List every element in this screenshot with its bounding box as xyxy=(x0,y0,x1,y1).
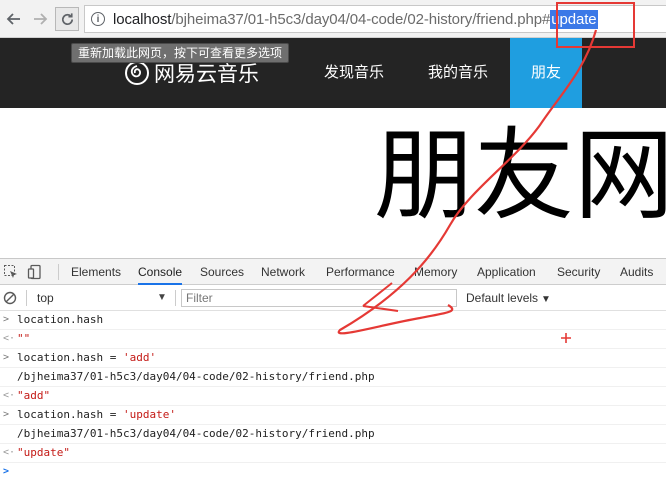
console-filter-input[interactable]: Filter xyxy=(181,289,457,307)
chevron-down-icon: ▼ xyxy=(541,294,551,305)
url-selected-hash: update xyxy=(550,9,598,29)
console-code: location.hash xyxy=(17,313,104,326)
console-log-line: /bjheima37/01-h5c3/day04/04-code/02-hist… xyxy=(0,425,666,444)
page-heading: 朋友网 xyxy=(374,117,666,234)
nav-discover[interactable]: 发现音乐 xyxy=(310,38,398,108)
console-result-line: <· "update" xyxy=(0,444,666,463)
info-icon[interactable]: i xyxy=(91,12,105,26)
console-result: "update" xyxy=(17,446,70,459)
reload-tooltip: 重新加载此网页，按下可查看更多选项 xyxy=(71,43,290,63)
devtools-tabbar: Elements Console Sources Network Perform… xyxy=(0,259,666,285)
log-levels-label: Default levels xyxy=(466,291,539,305)
result-arrow-icon: <· xyxy=(3,390,16,401)
reload-button[interactable] xyxy=(55,7,79,31)
clear-console-icon[interactable] xyxy=(3,291,17,305)
netease-music-logo-icon xyxy=(125,61,149,85)
browser-toolbar: i localhost/bjheima37/01-h5c3/day04/04-c… xyxy=(0,0,666,38)
log-levels-dropdown[interactable]: Default levels ▼ xyxy=(466,285,551,311)
console-prompt-line[interactable]: > xyxy=(0,463,666,482)
console-input-line: > location.hash = 'update' xyxy=(0,406,666,425)
tab-application[interactable]: Application xyxy=(477,259,536,285)
tab-network[interactable]: Network xyxy=(261,259,305,285)
tab-separator xyxy=(58,264,59,280)
context-caret-icon[interactable]: ▼ xyxy=(157,285,167,311)
console-code: location.hash = xyxy=(17,408,123,421)
input-prompt-icon: > xyxy=(3,409,10,420)
console-result: "add" xyxy=(17,389,51,402)
tab-sources[interactable]: Sources xyxy=(200,259,244,285)
console-result-line: <· "" xyxy=(0,330,666,349)
result-arrow-icon: <· xyxy=(3,447,16,458)
tab-elements[interactable]: Elements xyxy=(71,259,121,285)
console-result: "" xyxy=(17,332,31,345)
console-code-string: 'add' xyxy=(122,351,157,364)
console-log-text: /bjheima37/01-h5c3/day04/04-code/02-hist… xyxy=(17,370,375,383)
tab-performance[interactable]: Performance xyxy=(326,259,395,285)
back-button[interactable] xyxy=(2,7,26,31)
console-output: > location.hash <· "" > location.hash = … xyxy=(0,311,666,482)
url-text: localhost/bjheima37/01-h5c3/day04/04-cod… xyxy=(113,9,598,29)
console-log-line: /bjheima37/01-h5c3/day04/04-code/02-hist… xyxy=(0,368,666,387)
reload-icon xyxy=(61,12,73,25)
console-filter-bar: top ▼ Filter Default levels ▼ xyxy=(0,285,666,311)
console-prompt-icon: > xyxy=(3,466,10,477)
console-result-line: <· "add" xyxy=(0,387,666,406)
inspect-element-icon[interactable] xyxy=(3,264,19,280)
forward-button[interactable] xyxy=(28,7,52,31)
url-path: /bjheima37/01-h5c3/day04/04-code/02-hist… xyxy=(171,10,551,28)
arrow-right-icon xyxy=(34,13,48,25)
input-prompt-icon: > xyxy=(3,352,10,363)
page-content: 朋友网 xyxy=(0,108,666,258)
tab-audits[interactable]: Audits xyxy=(620,259,653,285)
tab-console[interactable]: Console xyxy=(138,259,183,285)
console-code: location.hash = xyxy=(17,351,123,364)
tab-security[interactable]: Security xyxy=(557,259,600,285)
console-input-line: > location.hash = 'add' xyxy=(0,349,666,368)
arrow-left-icon xyxy=(6,13,20,25)
nav-my-music[interactable]: 我的音乐 xyxy=(414,38,502,108)
address-bar[interactable]: i localhost/bjheima37/01-h5c3/day04/04-c… xyxy=(84,5,666,33)
device-toolbar-icon[interactable] xyxy=(27,264,43,280)
console-log-text: /bjheima37/01-h5c3/day04/04-code/02-hist… xyxy=(17,427,375,440)
filter-separator xyxy=(175,290,176,306)
filter-separator xyxy=(26,290,27,306)
tab-memory[interactable]: Memory xyxy=(414,259,457,285)
url-host: localhost xyxy=(113,10,172,28)
result-arrow-icon: <· xyxy=(3,333,16,344)
console-code-string: 'update' xyxy=(122,408,176,421)
devtools-panel: Elements Console Sources Network Perform… xyxy=(0,258,666,491)
console-input-line: > location.hash xyxy=(0,311,666,330)
input-prompt-icon: > xyxy=(3,314,10,325)
nav-friends[interactable]: 朋友 xyxy=(510,38,582,108)
context-selector[interactable]: top xyxy=(37,285,54,311)
browser-window: i localhost/bjheima37/01-h5c3/day04/04-c… xyxy=(0,0,666,491)
